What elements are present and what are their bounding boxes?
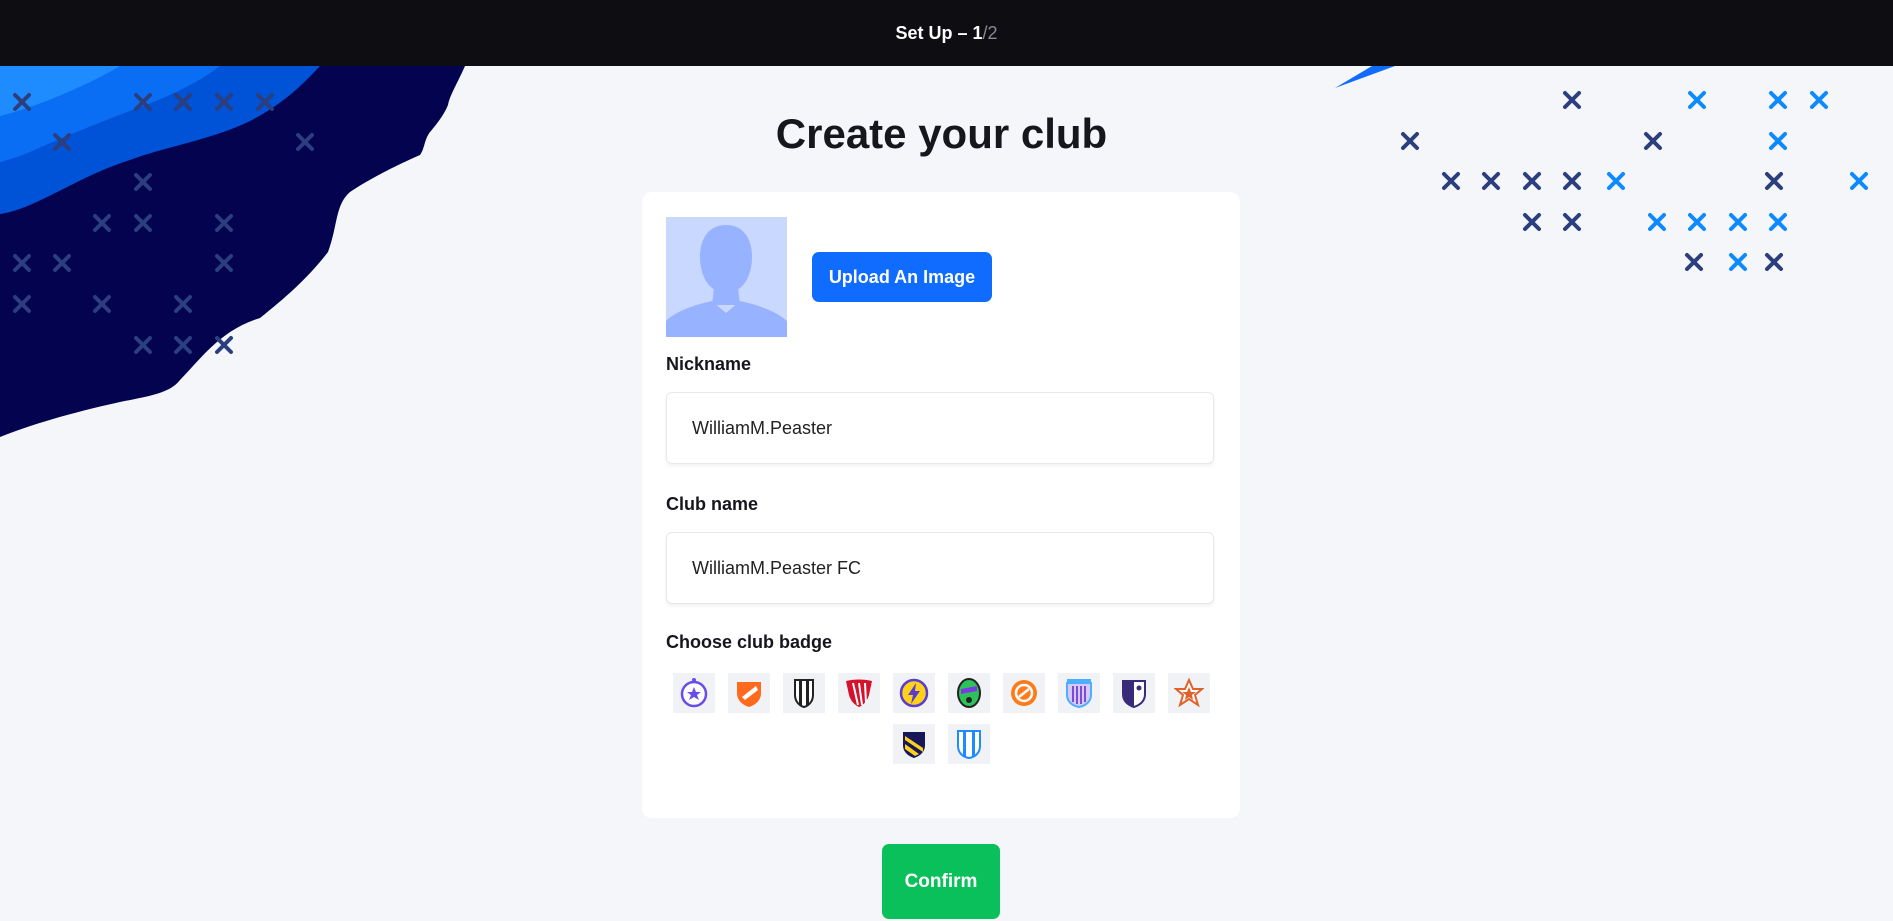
badge-option[interactable] bbox=[1167, 673, 1210, 713]
club-name-label: Club name bbox=[666, 494, 759, 514]
badge-option[interactable] bbox=[1112, 673, 1155, 713]
badge-option[interactable] bbox=[892, 724, 935, 764]
badge-grid bbox=[666, 673, 1216, 764]
lightning-badge-icon bbox=[899, 678, 928, 708]
purple-half-shield-badge-icon bbox=[1121, 680, 1146, 709]
badge-option[interactable] bbox=[1057, 673, 1100, 713]
badge-option[interactable] bbox=[947, 724, 990, 764]
upload-image-button[interactable]: Upload An Image bbox=[812, 252, 992, 302]
star-badge-icon bbox=[1173, 677, 1204, 708]
badge-option[interactable] bbox=[727, 673, 770, 713]
nickname-input[interactable] bbox=[666, 392, 1214, 464]
badge-option[interactable] bbox=[892, 673, 935, 713]
person-silhouette-icon bbox=[666, 225, 787, 337]
step-prefix: Set Up bbox=[895, 22, 953, 43]
current-step: 1 bbox=[972, 22, 983, 43]
step-separator: – bbox=[957, 22, 968, 43]
total-steps: /2 bbox=[982, 22, 998, 43]
nickname-label: Nickname bbox=[666, 354, 752, 374]
badge-option[interactable] bbox=[672, 673, 715, 713]
club-name-input[interactable] bbox=[666, 532, 1214, 604]
club-badge-label: Choose club badge bbox=[666, 632, 833, 652]
badge-option[interactable] bbox=[782, 673, 825, 713]
club-form-card: Upload An Image Nickname Club name Choos… bbox=[642, 192, 1240, 818]
badge-option[interactable] bbox=[837, 673, 880, 713]
orange-ball-badge-icon bbox=[1010, 680, 1037, 706]
confirm-button[interactable]: Confirm bbox=[882, 844, 1000, 919]
red-stripes-badge-icon bbox=[845, 679, 872, 707]
orange-shield-badge-icon bbox=[736, 682, 761, 707]
green-oval-badge-icon bbox=[956, 678, 981, 708]
setup-header: Set Up – 1 /2 bbox=[0, 0, 1893, 66]
blue-stripes-badge-icon bbox=[956, 730, 981, 760]
badge-option[interactable] bbox=[1002, 673, 1045, 713]
soccer-star-badge-icon bbox=[680, 678, 707, 708]
striped-shield-badge-icon bbox=[793, 679, 814, 709]
yellow-stripe-shield-badge-icon bbox=[902, 732, 925, 758]
avatar bbox=[666, 217, 787, 337]
badge-option[interactable] bbox=[947, 673, 990, 713]
castle-shield-badge-icon bbox=[1065, 679, 1092, 709]
page-title: Create your club bbox=[775, 110, 1108, 157]
